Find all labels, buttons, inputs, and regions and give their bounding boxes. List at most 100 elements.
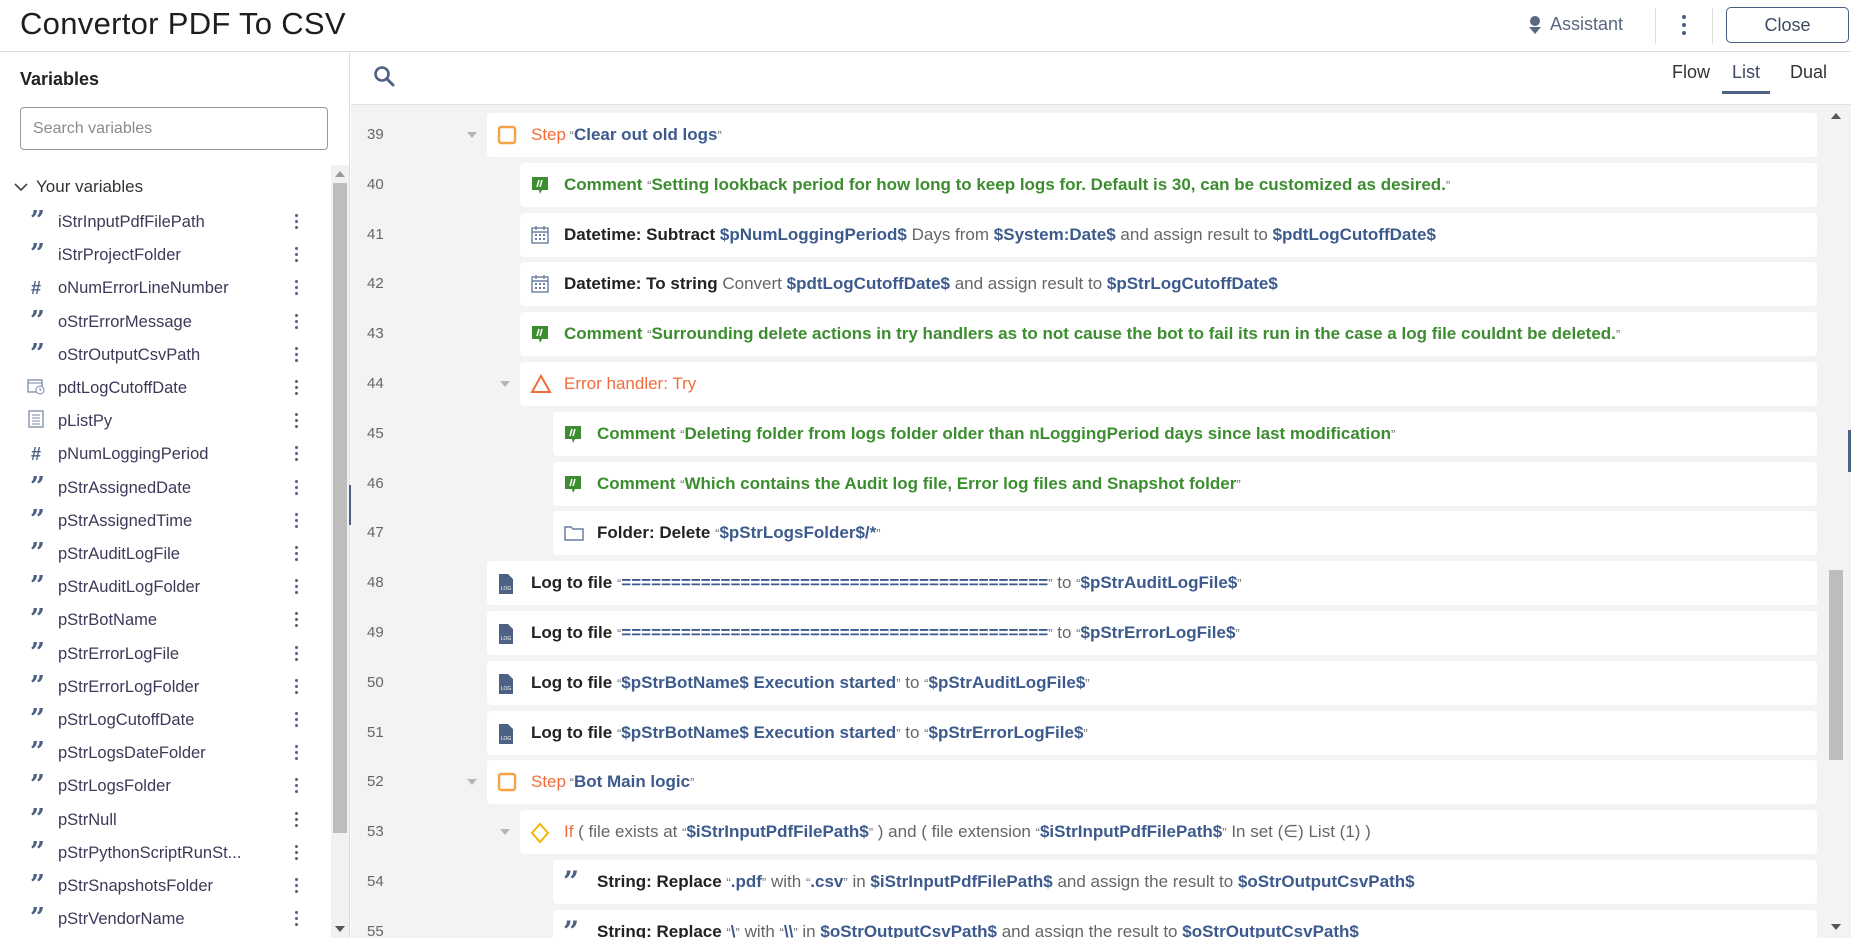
- action-row[interactable]: Step “Clear out old logs”: [487, 113, 1817, 157]
- variable-item[interactable]: ” oStrOutputCsvPath: [0, 339, 330, 372]
- action-text-segment: ”: [1235, 626, 1240, 641]
- action-row[interactable]: LOG Log to file “$pStrBotName$ Execution …: [487, 660, 1817, 705]
- variable-item[interactable]: ” pStrAssignedDate: [0, 472, 330, 505]
- tab-dual[interactable]: Dual: [1790, 62, 1827, 91]
- variable-menu-icon[interactable]: [295, 413, 298, 429]
- variable-name: pNumLoggingPeriod: [58, 445, 209, 464]
- variable-menu-icon[interactable]: [295, 313, 298, 329]
- variable-item[interactable]: # oNumErrorLineNumber: [0, 272, 330, 305]
- action-row[interactable]: Comment “Surrounding delete actions in t…: [520, 312, 1817, 357]
- variable-item[interactable]: ” oStrErrorMessage: [0, 306, 330, 339]
- variable-menu-icon[interactable]: [295, 678, 298, 694]
- scroll-up-icon[interactable]: [335, 171, 345, 177]
- variable-item[interactable]: ” pStrPythonScriptRunSt...: [0, 837, 330, 870]
- search-icon[interactable]: [373, 65, 395, 92]
- action-row[interactable]: LOG Log to file “========================…: [487, 561, 1817, 606]
- scrollbar-thumb[interactable]: [333, 183, 347, 833]
- line-number: 50: [367, 673, 384, 691]
- collapse-chevron-icon[interactable]: [500, 829, 510, 836]
- action-row[interactable]: ” String: Replace “\” with “\\” in $oStrO…: [553, 909, 1817, 938]
- action-value-segment: $pStrBotName$ Execution started: [621, 672, 897, 692]
- action-row[interactable]: Comment “Deleting folder from logs folde…: [553, 411, 1817, 456]
- action-row[interactable]: Comment “Setting lookback period for how…: [520, 162, 1817, 207]
- divider: [1712, 8, 1713, 44]
- assistant-label: Assistant: [1550, 14, 1624, 34]
- string-icon: ”: [563, 914, 579, 938]
- variable-item[interactable]: ” pStrLogsDateFolder: [0, 737, 330, 770]
- assistant-button[interactable]: Assistant: [1528, 14, 1623, 35]
- variable-item[interactable]: ” pStrErrorLogFile: [0, 638, 330, 671]
- scroll-up-icon[interactable]: [1831, 113, 1841, 119]
- variable-menu-icon[interactable]: [295, 479, 298, 495]
- close-button[interactable]: Close: [1726, 7, 1849, 43]
- action-value-segment: $pStrBotName$ Execution started: [621, 722, 897, 742]
- line-number: 46: [367, 474, 384, 492]
- variable-item[interactable]: ” pStrAuditLogFile: [0, 538, 330, 571]
- variable-menu-icon[interactable]: [295, 811, 298, 827]
- variable-menu-icon[interactable]: [295, 346, 298, 362]
- variable-menu-icon[interactable]: [295, 247, 298, 263]
- variable-item[interactable]: pListPy: [0, 405, 330, 438]
- variable-menu-icon[interactable]: [295, 745, 298, 761]
- action-row[interactable]: LOG Log to file “$pStrBotName$ Execution …: [487, 710, 1817, 755]
- action-text-segment: ”: [1083, 725, 1088, 741]
- string-type-icon: ”: [30, 471, 45, 502]
- search-variables-input[interactable]: [20, 107, 328, 150]
- number-type-icon: #: [30, 278, 41, 299]
- tab-flow[interactable]: Flow: [1672, 62, 1710, 91]
- line-number: 45: [367, 424, 384, 442]
- action-row[interactable]: Datetime: Subtract $pNumLoggingPeriod$ D…: [520, 212, 1817, 257]
- action-value-segment: $iStrInputPdfFilePath$: [870, 872, 1053, 891]
- variable-menu-icon[interactable]: [295, 546, 298, 561]
- variable-menu-icon[interactable]: [295, 214, 298, 229]
- variable-item[interactable]: ” pStrNull: [0, 804, 330, 837]
- action-row[interactable]: Folder: Delete “$pStrLogsFolder$/*”: [553, 511, 1817, 556]
- scroll-down-icon[interactable]: [335, 926, 345, 932]
- collapse-chevron-icon[interactable]: [467, 779, 477, 786]
- collapse-chevron-icon[interactable]: [500, 381, 510, 387]
- variable-menu-icon[interactable]: [295, 844, 298, 860]
- more-options-icon[interactable]: [1670, 10, 1698, 40]
- variable-menu-icon[interactable]: [295, 712, 298, 727]
- collapse-chevron-icon[interactable]: [467, 132, 477, 138]
- variable-item[interactable]: ” pStrAuditLogFolder: [0, 571, 330, 604]
- action-row[interactable]: Datetime: To string Convert $pdtLogCutof…: [520, 262, 1817, 307]
- variable-item[interactable]: ” pStrBotName: [0, 604, 330, 637]
- variable-item[interactable]: ” pStrErrorLogFolder: [0, 671, 330, 704]
- variable-menu-icon[interactable]: [295, 645, 298, 661]
- variable-item[interactable]: # pNumLoggingPeriod: [0, 438, 330, 471]
- action-text-segment: Log to file: [531, 722, 617, 742]
- action-row[interactable]: ” String: Replace “.pdf” with “.csv” in $…: [553, 860, 1817, 904]
- variable-menu-icon[interactable]: [295, 380, 298, 395]
- variable-item[interactable]: pdtLogCutoffDate: [0, 372, 330, 405]
- variable-item[interactable]: ” pStrAssignedTime: [0, 505, 330, 538]
- line-number: 54: [367, 873, 384, 890]
- variable-menu-icon[interactable]: [295, 911, 298, 927]
- variable-item[interactable]: ” pStrSnapshotsFolder: [0, 870, 330, 903]
- action-row[interactable]: LOG Log to file “========================…: [487, 611, 1817, 655]
- action-list-scrollbar[interactable]: [1820, 105, 1851, 938]
- variable-item[interactable]: ” pStrLogCutoffDate: [0, 704, 330, 737]
- variable-item[interactable]: ” pStrVendorName: [0, 903, 330, 936]
- scrollbar-thumb[interactable]: [1829, 570, 1843, 760]
- your-variables-toggle[interactable]: Your variables: [14, 177, 143, 197]
- variable-item[interactable]: ” iStrInputPdfFilePath: [0, 206, 330, 239]
- variable-menu-icon[interactable]: [295, 280, 298, 296]
- scroll-down-icon[interactable]: [1831, 924, 1841, 930]
- variable-item[interactable]: ” iStrProjectFolder: [0, 239, 330, 272]
- action-text-segment: Comment: [564, 324, 648, 344]
- variable-menu-icon[interactable]: [295, 512, 298, 528]
- action-row[interactable]: If ( file exists at “$iStrInputPdfFilePa…: [520, 810, 1817, 855]
- variable-menu-icon[interactable]: [295, 878, 298, 893]
- action-row[interactable]: Comment “Which contains the Audit log fi…: [553, 461, 1817, 506]
- variables-scrollbar[interactable]: [331, 165, 349, 938]
- tab-list[interactable]: List: [1722, 62, 1771, 94]
- action-row[interactable]: Error handler: Try: [520, 362, 1817, 406]
- variable-menu-icon[interactable]: [295, 778, 298, 794]
- variable-name: pStrLogCutoffDate: [58, 711, 195, 729]
- variable-menu-icon[interactable]: [295, 612, 298, 628]
- variable-menu-icon[interactable]: [295, 579, 298, 595]
- variable-item[interactable]: ” pStrLogsFolder: [0, 770, 330, 803]
- action-row[interactable]: Step “Bot Main logic”: [487, 760, 1817, 805]
- variable-menu-icon[interactable]: [295, 446, 298, 462]
